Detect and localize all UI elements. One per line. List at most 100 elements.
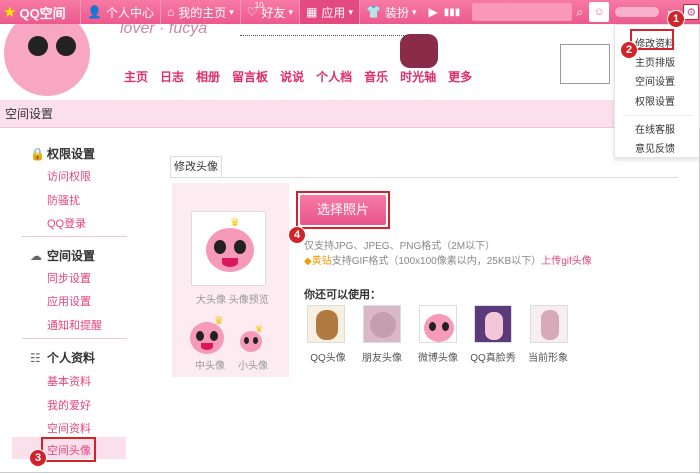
option-real-face[interactable] bbox=[474, 305, 512, 343]
gif-info: ◆黄钻支持GIF格式（100x100像素以内，25KB以下）上传gif头像 bbox=[304, 252, 592, 267]
main-nav: 👤 个人中心 ⌂ 我的主页 ▾ ♡ 10 好友 ▾ ▦ 应用 ▾ 👕 装扮 ▾ bbox=[80, 0, 422, 24]
big-avatar-preview: ♛ bbox=[191, 211, 266, 286]
mascot-illustration bbox=[4, 24, 90, 96]
tab-divider bbox=[170, 177, 678, 178]
dropdown-feedback[interactable]: 意见反馈 bbox=[635, 140, 675, 155]
step-badge: 4 bbox=[288, 226, 306, 244]
sidebar-item-hobbies[interactable]: 我的爱好 bbox=[47, 397, 91, 413]
menu-item[interactable]: 日志 bbox=[154, 68, 190, 85]
upload-gif-link[interactable]: 上传gif头像 bbox=[541, 256, 592, 267]
sidebar-divider bbox=[22, 338, 127, 339]
option-label[interactable]: QQ头像 bbox=[298, 349, 358, 364]
menu-item[interactable]: 主页 bbox=[118, 68, 154, 85]
play-icon[interactable]: ▶ bbox=[428, 5, 437, 19]
avatar[interactable]: ☺ bbox=[588, 2, 609, 22]
menu-item[interactable]: 相册 bbox=[190, 68, 226, 85]
person-icon: 👤 bbox=[87, 5, 102, 19]
doll-image bbox=[485, 312, 503, 340]
sidebar-item-qq-login[interactable]: QQ登录 bbox=[47, 215, 86, 231]
dropdown-divider bbox=[623, 115, 693, 116]
telephone-illustration bbox=[400, 34, 438, 68]
bear-image bbox=[316, 310, 338, 340]
avatar-face bbox=[424, 314, 454, 342]
banner: lover · fucya bbox=[0, 24, 700, 100]
option-qq-avatar[interactable] bbox=[307, 305, 345, 343]
mascot-eye bbox=[56, 36, 76, 56]
blurred-photo bbox=[370, 312, 396, 338]
highlight-box bbox=[41, 437, 96, 462]
dropdown-layout[interactable]: 主页排版 bbox=[635, 54, 675, 69]
avatar-eye bbox=[234, 240, 246, 254]
menu-item[interactable]: 个人档 bbox=[310, 68, 358, 85]
gear-icon[interactable]: ⚙ bbox=[683, 4, 700, 20]
sidebar-divider bbox=[22, 236, 127, 237]
big-avatar-caption: 大头像 头像预览 bbox=[196, 295, 269, 306]
option-label[interactable]: QQ真脸秀 bbox=[463, 349, 523, 364]
shirt-icon: 👕 bbox=[365, 5, 381, 19]
dropdown-space-settings[interactable]: 空间设置 bbox=[635, 73, 675, 88]
star-icon: ★ bbox=[3, 4, 17, 21]
nav-friends[interactable]: ♡ 10 好友 ▾ bbox=[239, 0, 299, 24]
nav-my-home[interactable]: ⌂ 我的主页 ▾ bbox=[159, 0, 240, 24]
menu-item[interactable]: 时光轴 bbox=[394, 68, 442, 85]
sidebar-group-title: 空间设置 bbox=[47, 249, 96, 263]
option-label[interactable]: 当前形象 bbox=[518, 349, 578, 364]
nav-label: 个人中心 bbox=[105, 5, 154, 20]
mid-avatar-caption: 中头像 bbox=[195, 361, 225, 372]
avatar-eye bbox=[253, 337, 258, 344]
avatar-eye bbox=[442, 322, 449, 331]
avatar-eye bbox=[244, 337, 249, 344]
menu-item[interactable]: 音乐 bbox=[358, 68, 394, 85]
sidebar-item-access[interactable]: 访问权限 bbox=[47, 168, 91, 184]
yellow-diamond-icon: ◆ bbox=[304, 256, 312, 267]
sidebar-item-basic[interactable]: 基本资料 bbox=[47, 373, 91, 389]
nav-apps[interactable]: ▦ 应用 ▾ bbox=[299, 0, 359, 24]
highlight-box bbox=[296, 191, 390, 229]
chevron-down-icon: ▾ bbox=[348, 6, 353, 17]
sidebar-item-notify[interactable]: 通知和提醒 bbox=[47, 317, 102, 333]
avatar-mouth bbox=[201, 343, 213, 350]
search-icon[interactable]: ⌕ bbox=[576, 5, 583, 20]
figure-image bbox=[541, 310, 559, 340]
gif-info-text: 支持GIF格式（100x100像素以内，25KB以下） bbox=[331, 256, 542, 267]
menu-item[interactable]: 留言板 bbox=[226, 68, 274, 85]
home-icon: ⌂ bbox=[166, 5, 175, 19]
option-label[interactable]: 微博头像 bbox=[408, 349, 468, 364]
avatar-eye bbox=[196, 331, 204, 341]
top-navbar: ★ QQ空间 👤 个人中心 ⌂ 我的主页 ▾ ♡ 10 好友 ▾ ▦ 应用 ▾ … bbox=[0, 0, 700, 24]
nav-label: 应用 bbox=[321, 5, 346, 20]
username-blurred[interactable] bbox=[614, 7, 659, 17]
crown-icon: ♛ bbox=[214, 315, 224, 327]
avatar-eye bbox=[214, 240, 226, 254]
avatar-face bbox=[206, 228, 254, 272]
sidebar-item-apps[interactable]: 应用设置 bbox=[47, 293, 91, 309]
option-friend-avatar[interactable] bbox=[363, 305, 401, 343]
cloud-icon: ☁ bbox=[30, 248, 42, 263]
tab-change-avatar[interactable]: 修改头像 bbox=[170, 156, 222, 178]
option-label[interactable]: 朋友头像 bbox=[352, 349, 412, 364]
friends-count-badge: 10 bbox=[254, 1, 264, 10]
menu-item[interactable]: 说说 bbox=[274, 68, 310, 85]
sidebar-item-space-info[interactable]: 空间资料 bbox=[47, 420, 91, 436]
option-current-image[interactable] bbox=[530, 305, 568, 343]
sidebar-group-title: 权限设置 bbox=[47, 147, 96, 161]
nav-label: 好友 bbox=[261, 5, 286, 20]
dropdown-permissions[interactable]: 权限设置 bbox=[635, 93, 675, 108]
nav-personal-center[interactable]: 👤 个人中心 bbox=[80, 0, 160, 24]
option-weibo-avatar[interactable] bbox=[419, 305, 457, 343]
chevron-down-icon: ▾ bbox=[411, 6, 417, 17]
sidebar-item-sync[interactable]: 同步设置 bbox=[47, 270, 91, 286]
sidebar-item-anti-harass[interactable]: 防骚扰 bbox=[47, 192, 80, 208]
music-player: ▶ ▮▮▮ bbox=[422, 0, 466, 24]
chevron-down-icon: ▾ bbox=[288, 6, 294, 17]
qzone-logo[interactable]: ★ QQ空间 bbox=[0, 3, 80, 22]
step-badge: 2 bbox=[620, 41, 638, 59]
dropdown-online-support[interactable]: 在线客服 bbox=[635, 121, 675, 136]
vip-label: 黄钻 bbox=[311, 256, 332, 267]
nav-dress-up[interactable]: 👕 装扮 ▾ bbox=[358, 0, 423, 24]
equalizer-icon[interactable]: ▮▮▮ bbox=[444, 7, 461, 18]
search-input[interactable] bbox=[472, 3, 573, 21]
menu-item[interactable]: 更多 bbox=[442, 68, 478, 85]
sidebar-group-profile: ☷ 个人资料 bbox=[30, 349, 95, 366]
step-badge: 3 bbox=[29, 449, 47, 467]
